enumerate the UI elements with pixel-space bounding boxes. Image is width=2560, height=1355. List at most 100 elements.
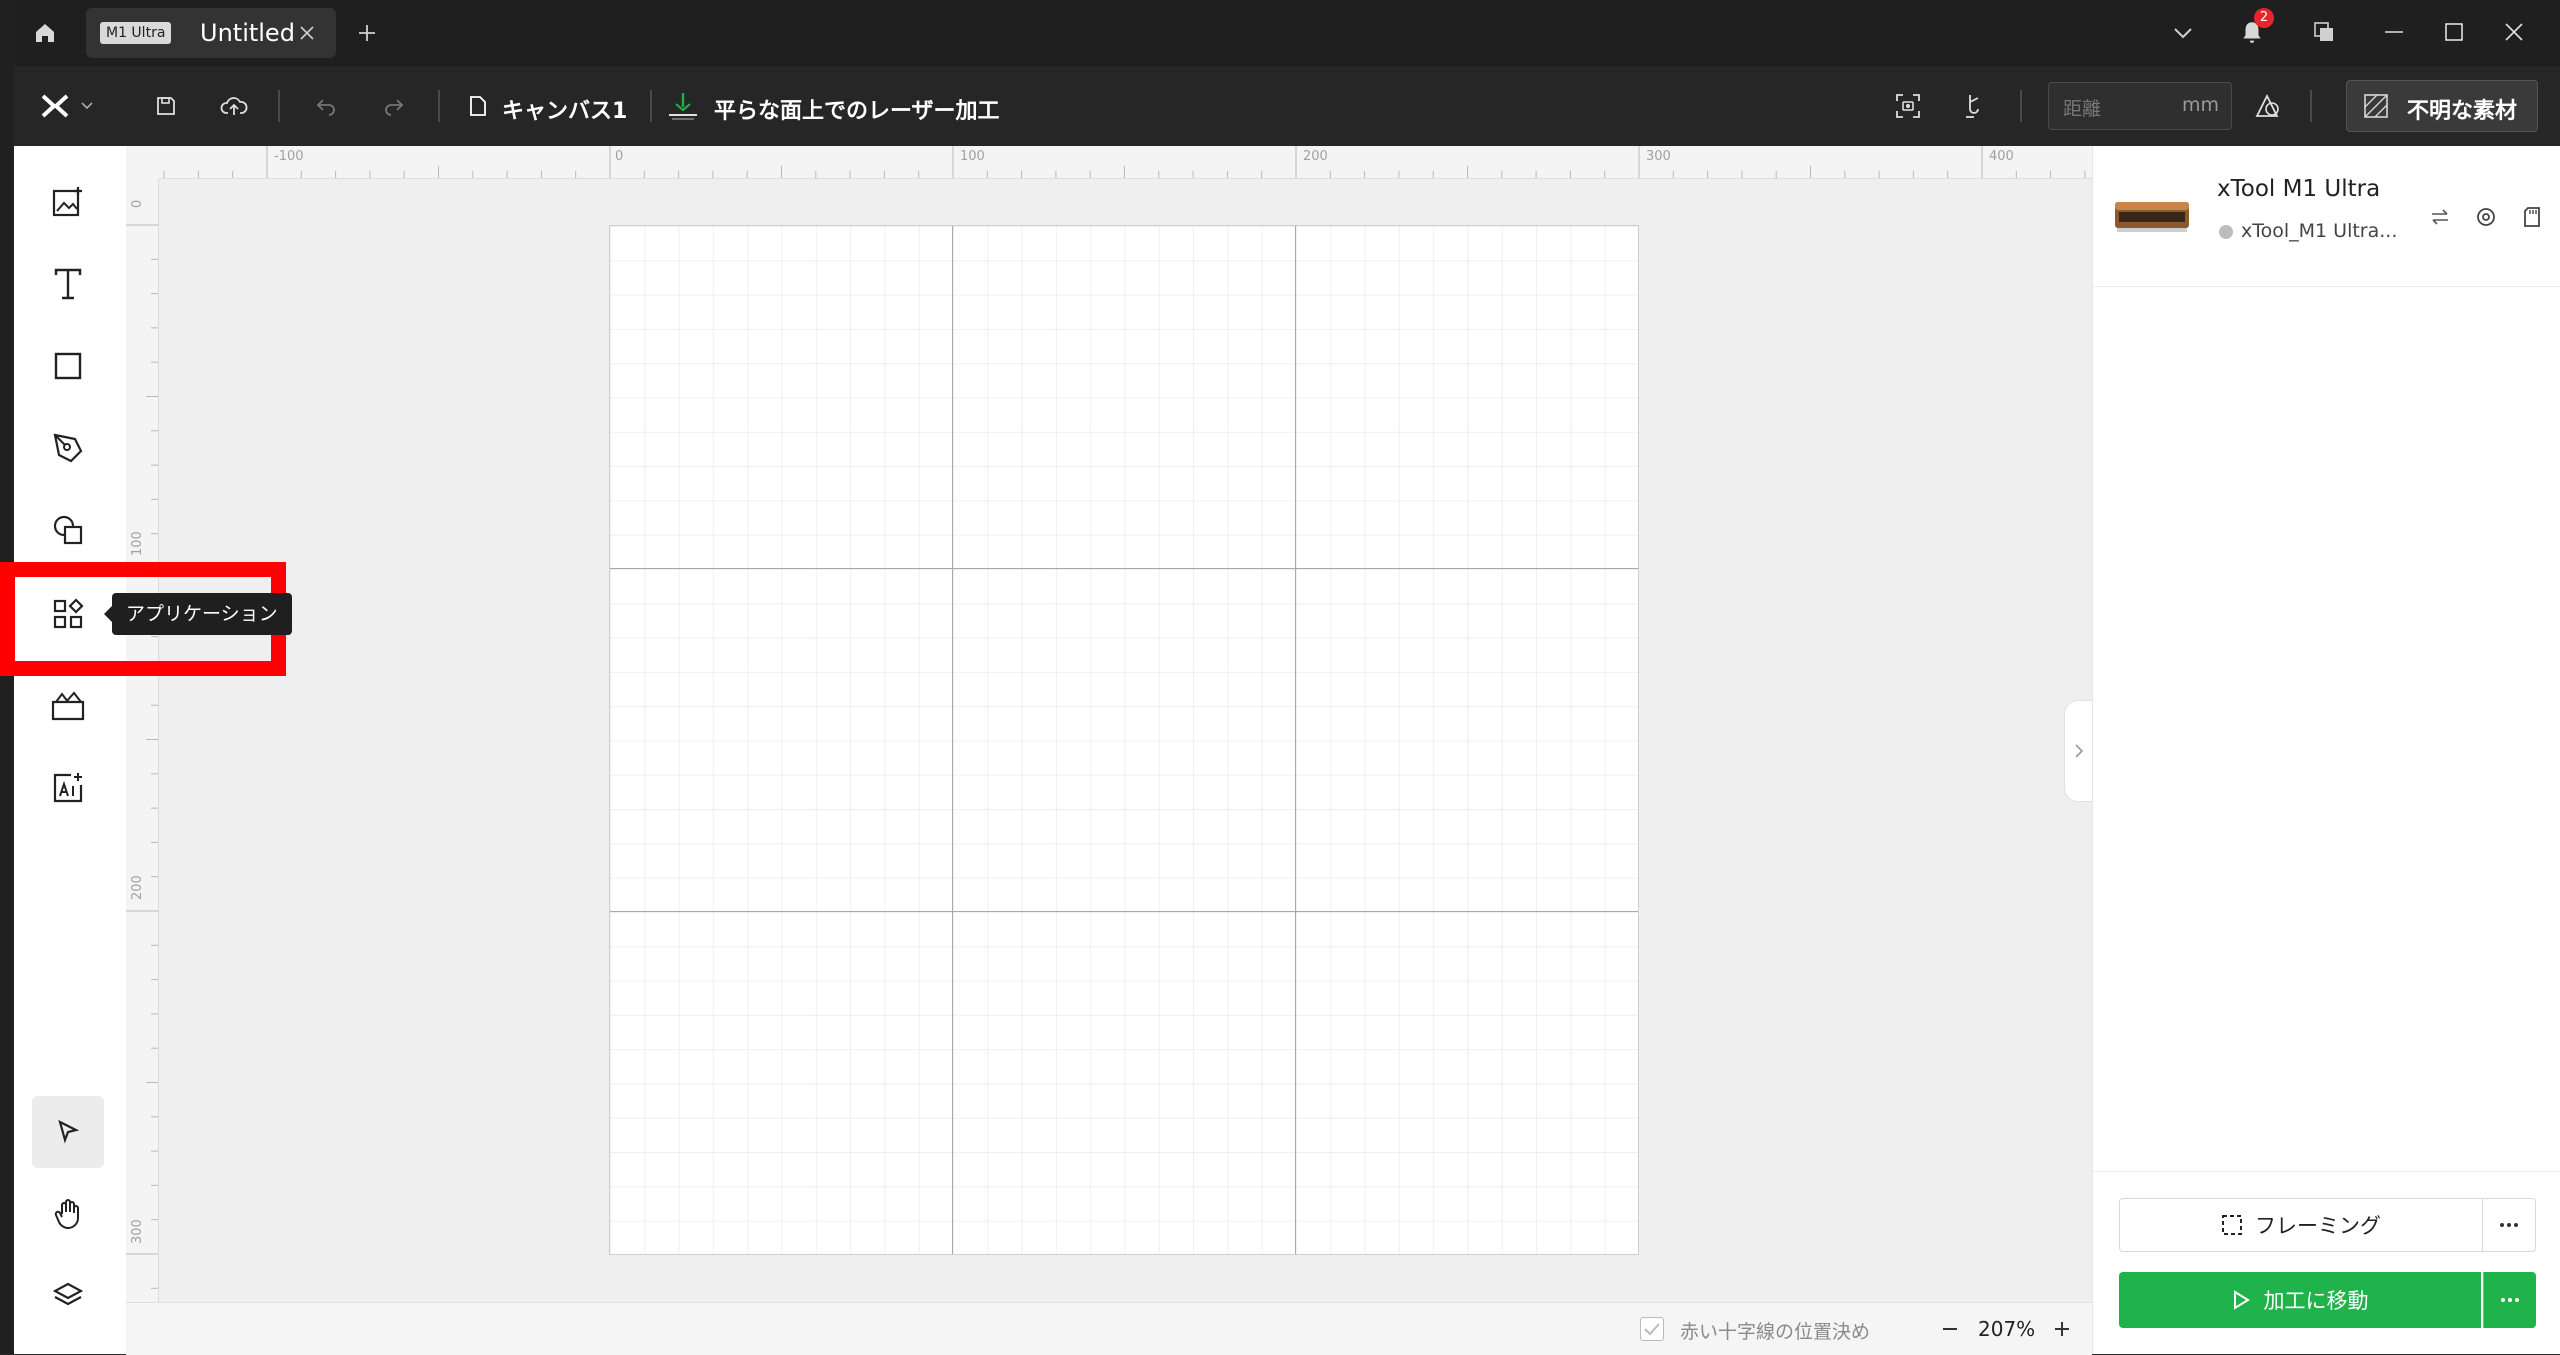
tooltip-text: アプリケーション (126, 603, 278, 625)
close-window-button[interactable] (2494, 12, 2534, 52)
swap-icon (2432, 209, 2448, 225)
more-icon (2500, 1223, 2518, 1227)
crosshair-label: 赤い十字線の位置決め (1680, 1321, 1871, 1343)
canvas-selector[interactable]: キャンバス1 (466, 84, 636, 128)
title-bar: M1 Ultra Untitled 2 (14, 0, 2560, 67)
framing-icon (2222, 1215, 2242, 1235)
pen-icon (53, 433, 83, 463)
image-add-icon (52, 187, 82, 217)
canvas-status-bar: 赤い十字線の位置決め 207% (126, 1302, 2092, 1355)
select-tool-button[interactable] (32, 1096, 104, 1168)
rectangle-tool-button[interactable] (32, 330, 104, 402)
tab-list-dropdown[interactable] (2164, 14, 2202, 52)
ruler-label: 100 (130, 531, 145, 556)
measure-tool-button[interactable] (1952, 84, 1996, 128)
app-menu-button[interactable] (34, 86, 100, 126)
grid-major-line (610, 911, 1638, 912)
toolbar-divider (2310, 90, 2312, 122)
ai-icon (53, 773, 83, 803)
windows-icon (2314, 22, 2333, 41)
hand-tool-button[interactable] (32, 1178, 104, 1250)
device-settings-button[interactable] (2471, 202, 2501, 232)
canvas-label: キャンバス1 (502, 99, 628, 124)
crosshair-checkbox[interactable] (1640, 1317, 1664, 1341)
save-button[interactable] (144, 84, 188, 128)
home-button[interactable] (22, 10, 68, 56)
home-icon (36, 24, 54, 42)
toolbar-divider (650, 90, 652, 122)
grid-major-line (1295, 226, 1296, 1254)
minimize-button[interactable] (2374, 12, 2414, 52)
new-tab-button[interactable] (348, 14, 386, 52)
shapes-tool-button[interactable] (32, 494, 104, 566)
distance-unit: mm (2181, 94, 2219, 116)
processing-mode-selector[interactable]: 平らな面上でのレーザー加工 (660, 84, 1000, 128)
camera-capture-button[interactable] (1886, 84, 1930, 128)
minus-icon (1943, 1328, 1957, 1330)
zoom-in-button[interactable] (2046, 1313, 2078, 1345)
ruler-ticks (126, 224, 158, 1289)
device-header: xTool M1 Ultra xTool_M1 Ultra... (2093, 146, 2560, 287)
undo-icon (316, 99, 335, 116)
save-icon (157, 97, 175, 115)
close-icon (300, 26, 314, 40)
material-selector[interactable]: 不明な素材 (2346, 80, 2538, 132)
process-button[interactable]: 加工に移動 (2119, 1272, 2481, 1328)
close-tab-button[interactable] (294, 20, 320, 46)
framing-button[interactable]: フレーミング (2119, 1198, 2483, 1252)
notifications-button[interactable]: 2 (2230, 8, 2274, 54)
applications-tooltip: アプリケーション (112, 593, 292, 635)
switch-device-button[interactable] (2425, 202, 2455, 232)
device-thumbnail[interactable] (2113, 196, 2191, 236)
text-icon (54, 268, 82, 300)
vertical-ruler: 0 100 200 300 (126, 178, 159, 1302)
ruler-label: 400 (1989, 149, 2014, 164)
zoom-level[interactable]: 207% (1978, 1317, 2035, 1341)
ruler-label: 0 (130, 199, 145, 208)
work-area-grid[interactable] (609, 225, 1639, 1255)
material-library-button[interactable] (2246, 84, 2290, 128)
ruler-label: 200 (130, 875, 145, 900)
framing-more-button[interactable] (2482, 1198, 2536, 1252)
ai-tool-button[interactable] (32, 752, 104, 824)
camera-frame-icon (1896, 94, 1920, 118)
probe-icon (1966, 95, 1979, 118)
collapse-panel-handle[interactable] (2064, 700, 2093, 802)
device-connection-name: xTool_M1 Ultra... (2241, 220, 2398, 242)
undo-button[interactable] (304, 84, 348, 128)
redo-button[interactable] (372, 84, 416, 128)
ruler-label: 0 (615, 149, 624, 164)
cloud-upload-button[interactable] (212, 84, 256, 128)
grid-major-line (952, 226, 953, 1254)
toolbar-divider (438, 90, 440, 122)
ruler-label: 300 (130, 1219, 145, 1244)
material-library-tool-button[interactable] (32, 670, 104, 742)
layers-button[interactable] (32, 1260, 104, 1332)
text-tool-button[interactable] (32, 248, 104, 320)
document-tab[interactable]: M1 Ultra Untitled (86, 8, 336, 58)
distance-field[interactable]: 距離 mm (2048, 82, 2232, 130)
grid-major-line (610, 568, 1638, 569)
ruler-label: 100 (960, 149, 985, 164)
pen-tool-button[interactable] (32, 412, 104, 484)
device-badge: M1 Ultra (100, 22, 172, 44)
xtool-logo-icon (41, 94, 69, 118)
maximize-button[interactable] (2434, 12, 2474, 52)
window-switch-button[interactable] (2304, 12, 2344, 52)
zoom-out-button[interactable] (1934, 1313, 1966, 1345)
add-image-button[interactable] (32, 166, 104, 238)
maximize-icon (2445, 23, 2463, 41)
plus-icon (2055, 1322, 2069, 1336)
mode-label: 平らな面上でのレーザー加工 (714, 99, 1000, 124)
distance-placeholder: 距離 (2063, 98, 2102, 120)
sd-card-icon (2524, 207, 2540, 227)
chevron-down-icon (81, 102, 93, 110)
gear-icon (2477, 208, 2495, 226)
process-more-button[interactable] (2483, 1272, 2536, 1328)
main-toolbar: キャンバス1 平らな面上でのレーザー加工 距離 mm 不明な素材 (14, 66, 2560, 146)
device-name: xTool M1 Ultra (2217, 176, 2381, 202)
device-storage-button[interactable] (2517, 202, 2547, 232)
layers-icon (53, 1282, 83, 1306)
material-label: 不明な素材 (2407, 99, 2518, 124)
plus-icon (359, 25, 375, 41)
